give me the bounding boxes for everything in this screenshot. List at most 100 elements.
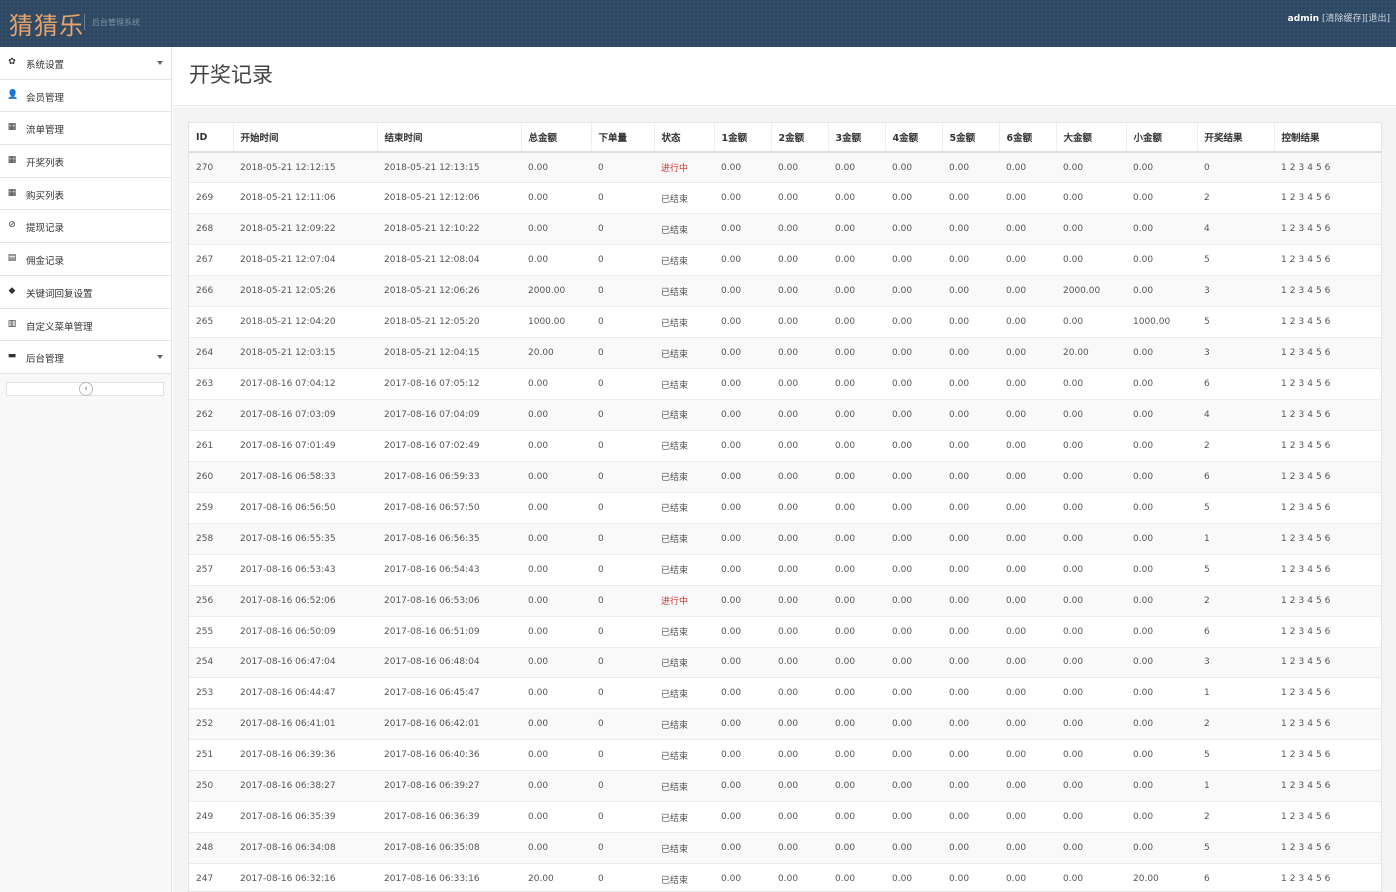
collapse-sidebar-icon[interactable]: ‹ (79, 382, 93, 396)
control-link-1[interactable]: 1 (1281, 781, 1287, 791)
control-link-5[interactable]: 5 (1316, 317, 1322, 327)
control-link-3[interactable]: 3 (1298, 688, 1304, 698)
control-link-2[interactable]: 2 (1290, 224, 1296, 234)
control-link-3[interactable]: 3 (1298, 657, 1304, 667)
control-link-3[interactable]: 3 (1298, 472, 1304, 482)
control-link-4[interactable]: 4 (1307, 812, 1313, 822)
control-link-3[interactable]: 3 (1298, 317, 1304, 327)
control-link-5[interactable]: 5 (1316, 410, 1322, 420)
control-link-1[interactable]: 1 (1281, 565, 1287, 575)
control-link-5[interactable]: 5 (1316, 224, 1322, 234)
column-header[interactable]: 大金额 (1056, 123, 1127, 153)
control-link-6[interactable]: 6 (1325, 534, 1331, 544)
control-link-2[interactable]: 2 (1290, 348, 1296, 358)
control-link-2[interactable]: 2 (1290, 750, 1296, 760)
control-link-4[interactable]: 4 (1307, 224, 1313, 234)
control-link-4[interactable]: 4 (1307, 719, 1313, 729)
column-header[interactable]: ID (189, 123, 234, 153)
control-link-2[interactable]: 2 (1290, 286, 1296, 296)
control-link-3[interactable]: 3 (1298, 410, 1304, 420)
control-link-6[interactable]: 6 (1325, 781, 1331, 791)
control-link-5[interactable]: 5 (1316, 534, 1322, 544)
control-link-6[interactable]: 6 (1325, 750, 1331, 760)
control-link-2[interactable]: 2 (1290, 317, 1296, 327)
control-link-5[interactable]: 5 (1316, 781, 1322, 791)
control-link-3[interactable]: 3 (1298, 596, 1304, 606)
control-link-6[interactable]: 6 (1325, 224, 1331, 234)
control-link-6[interactable]: 6 (1325, 255, 1331, 265)
control-link-5[interactable]: 5 (1316, 750, 1322, 760)
control-link-2[interactable]: 2 (1290, 472, 1296, 482)
control-link-4[interactable]: 4 (1307, 534, 1313, 544)
control-link-4[interactable]: 4 (1307, 317, 1313, 327)
control-link-3[interactable]: 3 (1298, 441, 1304, 451)
control-link-6[interactable]: 6 (1325, 503, 1331, 513)
control-link-2[interactable]: 2 (1290, 627, 1296, 637)
control-link-3[interactable]: 3 (1298, 812, 1304, 822)
control-link-6[interactable]: 6 (1325, 719, 1331, 729)
column-header[interactable]: 5金额 (942, 123, 1000, 153)
control-link-4[interactable]: 4 (1307, 874, 1313, 884)
column-header[interactable]: 控制结果 (1274, 123, 1381, 153)
control-link-4[interactable]: 4 (1307, 627, 1313, 637)
control-link-1[interactable]: 1 (1281, 627, 1287, 637)
sidebar-item-1[interactable]: 👤 会员管理 (0, 79, 171, 113)
control-link-2[interactable]: 2 (1290, 657, 1296, 667)
control-link-3[interactable]: 3 (1298, 565, 1304, 575)
control-link-4[interactable]: 4 (1307, 441, 1313, 451)
control-link-3[interactable]: 3 (1298, 719, 1304, 729)
control-link-1[interactable]: 1 (1281, 843, 1287, 853)
control-link-3[interactable]: 3 (1298, 781, 1304, 791)
control-link-2[interactable]: 2 (1290, 193, 1296, 203)
control-link-5[interactable]: 5 (1316, 286, 1322, 296)
column-header[interactable]: 状态 (654, 123, 715, 153)
control-link-4[interactable]: 4 (1307, 255, 1313, 265)
column-header[interactable]: 开始时间 (233, 123, 378, 153)
control-link-1[interactable]: 1 (1281, 812, 1287, 822)
control-link-5[interactable]: 5 (1316, 812, 1322, 822)
control-link-2[interactable]: 2 (1290, 596, 1296, 606)
control-link-2[interactable]: 2 (1290, 255, 1296, 265)
control-link-6[interactable]: 6 (1325, 874, 1331, 884)
sidebar-item-9[interactable]: ▬ 后台管理 (0, 341, 171, 374)
control-link-3[interactable]: 3 (1298, 843, 1304, 853)
control-link-3[interactable]: 3 (1298, 503, 1304, 513)
control-link-1[interactable]: 1 (1281, 379, 1287, 389)
control-link-5[interactable]: 5 (1316, 255, 1322, 265)
sidebar-item-6[interactable]: ▤ 佣金记录 (0, 243, 171, 276)
control-link-6[interactable]: 6 (1325, 657, 1331, 667)
control-link-4[interactable]: 4 (1307, 348, 1313, 358)
logout-link[interactable]: [退出] (1365, 14, 1390, 24)
control-link-1[interactable]: 1 (1281, 503, 1287, 513)
control-link-6[interactable]: 6 (1325, 317, 1331, 327)
control-link-5[interactable]: 5 (1316, 688, 1322, 698)
clear-cache-link[interactable]: [清除缓存] (1322, 14, 1365, 24)
control-link-6[interactable]: 6 (1325, 843, 1331, 853)
control-link-4[interactable]: 4 (1307, 843, 1313, 853)
control-link-1[interactable]: 1 (1281, 719, 1287, 729)
column-header[interactable]: 结束时间 (377, 123, 522, 153)
control-link-2[interactable]: 2 (1290, 565, 1296, 575)
column-header[interactable]: 开奖结果 (1197, 123, 1275, 153)
control-link-2[interactable]: 2 (1290, 843, 1296, 853)
control-link-4[interactable]: 4 (1307, 193, 1313, 203)
control-link-6[interactable]: 6 (1325, 163, 1331, 173)
control-link-5[interactable]: 5 (1316, 874, 1322, 884)
control-link-5[interactable]: 5 (1316, 843, 1322, 853)
sidebar-item-5[interactable]: ⊘ 提现记录 (0, 210, 171, 244)
control-link-6[interactable]: 6 (1325, 565, 1331, 575)
control-link-6[interactable]: 6 (1325, 627, 1331, 637)
control-link-1[interactable]: 1 (1281, 874, 1287, 884)
control-link-6[interactable]: 6 (1325, 688, 1331, 698)
control-link-2[interactable]: 2 (1290, 874, 1296, 884)
column-header[interactable]: 2金额 (771, 123, 829, 153)
control-link-2[interactable]: 2 (1290, 534, 1296, 544)
brand-logo[interactable]: 猜猜乐 (9, 6, 84, 41)
control-link-4[interactable]: 4 (1307, 657, 1313, 667)
control-link-1[interactable]: 1 (1281, 410, 1287, 420)
control-link-4[interactable]: 4 (1307, 286, 1313, 296)
sidebar-item-3[interactable]: ▦ 开奖列表 (0, 145, 171, 178)
control-link-1[interactable]: 1 (1281, 163, 1287, 173)
control-link-1[interactable]: 1 (1281, 286, 1287, 296)
sidebar-item-0[interactable]: ✿ 系统设置 (0, 47, 171, 80)
